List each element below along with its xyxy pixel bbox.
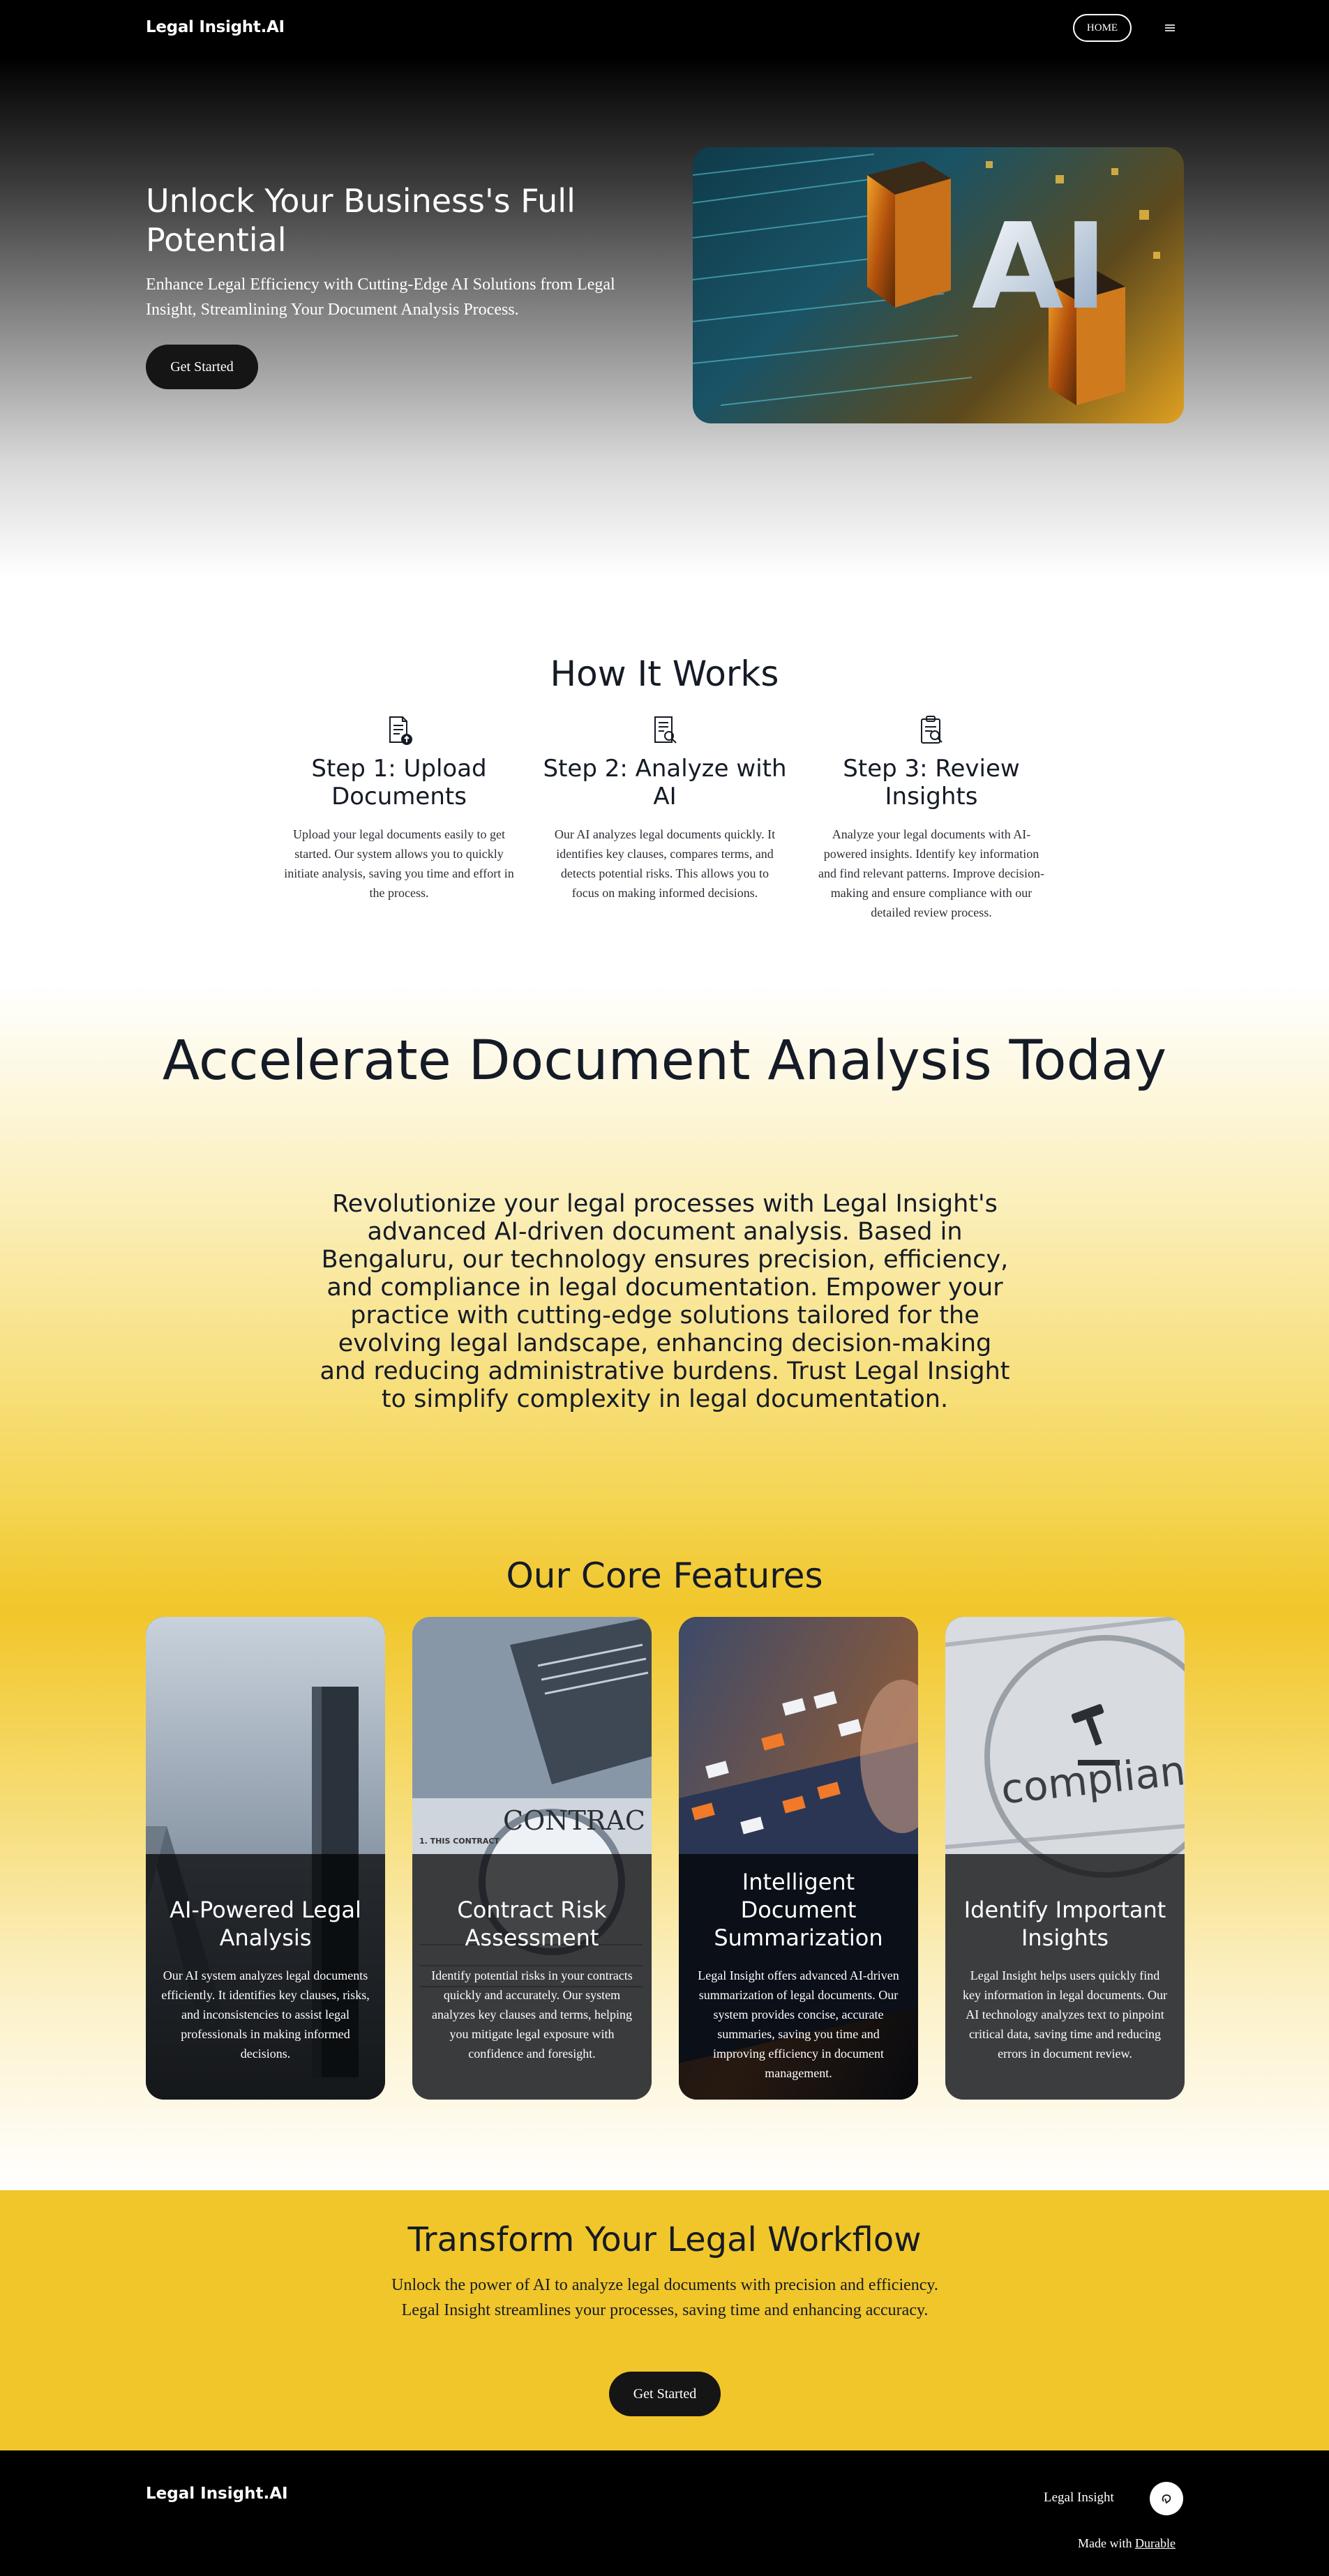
step-card-review: Step 3: Review Insights Analyze your leg… — [809, 714, 1053, 922]
hero-get-started-button[interactable]: Get Started — [146, 345, 258, 389]
cta-title: Transform Your Legal Workflow — [407, 2220, 922, 2259]
feature-1-title: AI-Powered Legal Analysis — [170, 1897, 361, 1951]
durable-link[interactable]: Durable — [1135, 2536, 1176, 2550]
step-2-title: Step 2: Analyze with AI — [543, 755, 787, 811]
feature-4-title: Identify Important Insights — [963, 1897, 1166, 1951]
feature-card-ai-analysis: AI-Powered Legal Analysis Our AI system … — [146, 1617, 385, 2100]
document-search-icon — [649, 714, 681, 746]
step-1-body: Upload your legal documents easily to ge… — [284, 827, 514, 900]
cta-body: Unlock the power of AI to analyze legal … — [391, 2276, 938, 2319]
hero-subtitle: Enhance Legal Efficiency with Cutting-Ed… — [146, 276, 615, 319]
feature-1-body: Our AI system analyzes legal documents e… — [161, 1968, 370, 2061]
accelerate-body: Revolutionize your legal processes with … — [320, 1190, 1010, 1413]
home-button[interactable]: HOME — [1073, 14, 1132, 42]
feature-2-body: Identify potential risks in your contrac… — [431, 1968, 633, 2061]
feature-card-insights: complianc Identify Important Insights Le… — [945, 1617, 1185, 2100]
accelerate-title: Accelerate Document Analysis Today — [162, 1030, 1167, 1092]
cta-get-started-button[interactable]: Get Started — [609, 2372, 721, 2416]
hero-image-ai-text: AI — [972, 198, 1108, 336]
feature-card-summarization: Intelligent Document Summarization Legal… — [679, 1617, 918, 2100]
step-3-title: Step 3: Review Insights — [843, 755, 1020, 811]
footer — [0, 2450, 1329, 2576]
footer-logo[interactable]: Legal Insight.AI — [146, 2485, 288, 2503]
document-upload-icon — [383, 714, 415, 746]
clipboard-review-icon — [915, 714, 947, 746]
feature-card-contract-risk: 1. THIS CONTRACT CONTRAC Contract Risk A… — [412, 1617, 652, 2100]
how-it-works-title: How It Works — [550, 654, 779, 694]
feature-3-body: Legal Insight offers advanced AI-driven … — [698, 1968, 899, 2080]
social-icon[interactable] — [1150, 2482, 1183, 2515]
step-3-body: Analyze your legal documents with AI-pow… — [818, 827, 1044, 919]
feature-image-text: CONTRAC — [503, 1805, 645, 1836]
core-features-title: Our Core Features — [506, 1556, 823, 1596]
footer-company-name: Legal Insight — [1044, 2490, 1114, 2505]
step-1-title: Step 1: Upload Documents — [311, 755, 487, 811]
feature-2-title: Contract Risk Assessment — [457, 1897, 607, 1951]
hamburger-icon[interactable] — [1164, 20, 1176, 36]
hero-title: Unlock Your Business's Full Potential — [146, 182, 576, 259]
feature-4-body: Legal Insight helps users quickly find k… — [963, 1968, 1167, 2061]
hero-image: AI — [693, 147, 1184, 423]
made-with-text: Made with Durable — [1078, 2536, 1176, 2551]
feature-3-title: Intelligent Document Summarization — [714, 1869, 883, 1951]
step-card-upload: Step 1: Upload Documents Upload your leg… — [277, 714, 521, 903]
feature-image-subtext: 1. THIS CONTRACT — [419, 1837, 500, 1846]
made-with-prefix: Made with — [1078, 2536, 1132, 2550]
step-2-body: Our AI analyzes legal documents quickly.… — [554, 827, 776, 900]
step-card-analyze: Step 2: Analyze with AI Our AI analyzes … — [543, 714, 787, 903]
site-logo[interactable]: Legal Insight.AI — [146, 18, 285, 36]
